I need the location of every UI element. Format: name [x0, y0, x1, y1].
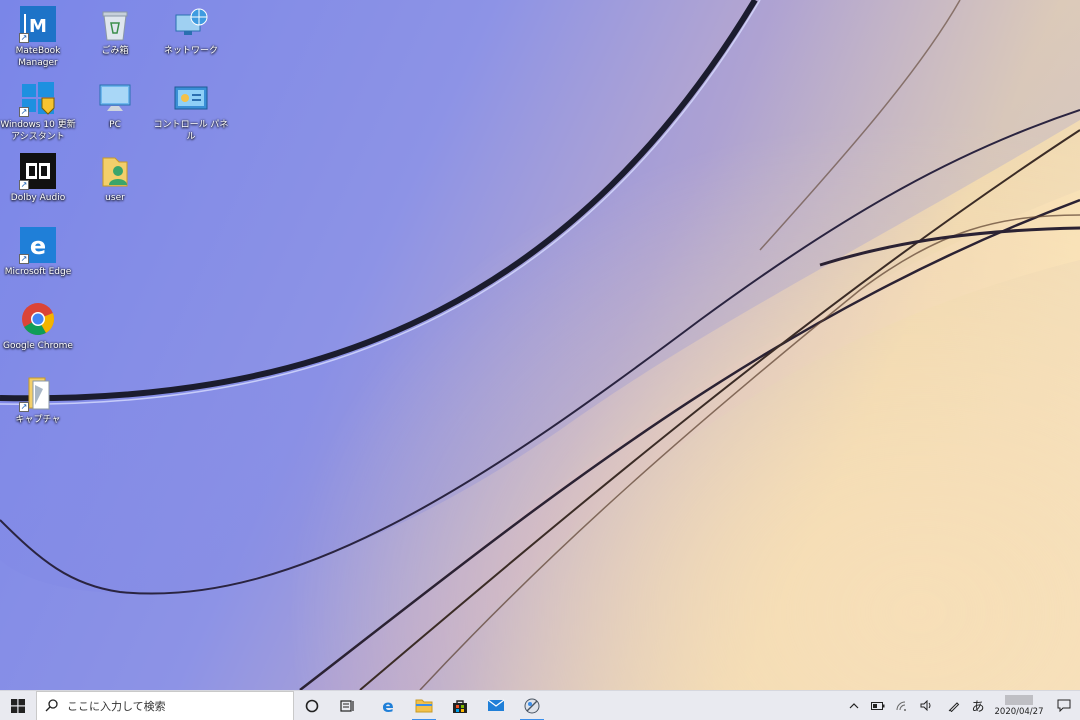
- capture-folder-icon: ↗: [19, 374, 57, 412]
- speaker-icon: [920, 700, 930, 711]
- shortcut-arrow-icon: ↗: [19, 33, 29, 43]
- svg-text:M: M: [29, 16, 47, 37]
- shortcut-arrow-icon: ↗: [19, 402, 29, 412]
- microsoft-edge-icon: e: [382, 697, 394, 715]
- shortcut-arrow-icon: ↗: [19, 107, 29, 117]
- system-tray: あ 2020/04/27: [842, 691, 1080, 720]
- user-folder-icon: [96, 152, 134, 190]
- desktop-icon-user-folder[interactable]: user: [77, 152, 153, 204]
- windows-update-assistant-icon: ↗: [19, 79, 57, 117]
- action-center-button[interactable]: [1048, 691, 1080, 720]
- control-panel-icon: [172, 79, 210, 117]
- windows-logo-icon: [11, 698, 25, 713]
- battery-icon: [871, 701, 885, 710]
- desktop-icon-label: Google Chrome: [3, 341, 73, 351]
- network-icon: [172, 5, 210, 43]
- folder-icon: [415, 699, 433, 713]
- taskbar-file-explorer-button[interactable]: [406, 691, 442, 720]
- show-hidden-icons-button[interactable]: [842, 691, 866, 720]
- taskbar-mail-button[interactable]: [478, 691, 514, 720]
- search-icon: [45, 699, 58, 712]
- matebook-manager-icon: M ↗: [19, 5, 57, 43]
- desktop-icon-label: コントロール パネル: [153, 120, 229, 142]
- pen-workspace-button[interactable]: [942, 691, 966, 720]
- desktop-icon-network[interactable]: ネットワーク: [153, 5, 229, 57]
- notification-icon: [1057, 699, 1071, 712]
- taskbar-snipping-tool-button[interactable]: [514, 691, 550, 720]
- wifi-icon: [896, 701, 906, 711]
- recycle-bin-icon: [96, 5, 134, 43]
- svg-text:e: e: [30, 232, 46, 260]
- chevron-up-icon: [849, 702, 859, 708]
- volume-button[interactable]: [914, 691, 938, 720]
- desktop-icon-dolby-audio[interactable]: ↗ Dolby Audio: [0, 152, 76, 204]
- desktop-icon-recycle-bin[interactable]: ごみ箱: [77, 5, 153, 57]
- desktop-icon-label: Microsoft Edge: [4, 267, 72, 277]
- microsoft-edge-icon: e ↗: [19, 226, 57, 264]
- cortana-button[interactable]: [294, 691, 330, 720]
- desktop-icon-label: ごみ箱: [101, 46, 129, 56]
- time-redacted: [1005, 694, 1033, 705]
- clock[interactable]: 2020/04/27: [990, 691, 1048, 720]
- dolby-audio-icon: ↗: [19, 152, 57, 190]
- task-view-button[interactable]: [330, 691, 366, 720]
- taskbar-edge-button[interactable]: e: [370, 691, 406, 720]
- shortcut-arrow-icon: ↗: [19, 254, 29, 264]
- pc-icon: [96, 79, 134, 117]
- svg-text:e: e: [382, 697, 394, 715]
- desktop-icon-pc[interactable]: PC: [77, 79, 153, 131]
- battery-button[interactable]: [866, 691, 890, 720]
- store-bag-icon: [453, 699, 467, 713]
- desktop-icon-label: Dolby Audio: [10, 193, 66, 203]
- google-chrome-icon: [19, 300, 57, 338]
- desktop-icon-label: PC: [109, 120, 121, 130]
- pen-icon: [948, 701, 960, 712]
- desktop-icon-label: Windows 10 更新 アシスタント: [0, 120, 76, 142]
- taskbar-store-button[interactable]: [442, 691, 478, 720]
- desktop-icon-microsoft-edge[interactable]: e ↗ Microsoft Edge: [0, 226, 76, 278]
- desktop-icon-label: user: [105, 193, 125, 203]
- search-placeholder: ここに入力して検索: [67, 699, 166, 713]
- task-view-icon: [340, 699, 354, 712]
- desktop-icon-label: キャプチャ: [15, 415, 61, 425]
- shortcut-arrow-icon: ↗: [19, 180, 29, 190]
- mail-icon: [487, 699, 505, 711]
- network-status-button[interactable]: [890, 691, 914, 720]
- start-button[interactable]: [0, 691, 36, 720]
- cortana-circle-icon: [305, 699, 319, 712]
- desktop-icon-label: MateBook Manager: [15, 46, 61, 68]
- clock-date: 2020/04/27: [994, 706, 1044, 717]
- desktop-icon-windows-update-assistant[interactable]: ↗ Windows 10 更新 アシスタント: [0, 79, 76, 143]
- snip-sketch-icon: [524, 698, 540, 713]
- desktop-icon-control-panel[interactable]: コントロール パネル: [153, 79, 229, 143]
- desktop-icon-label: ネットワーク: [163, 46, 218, 56]
- taskbar-search-box[interactable]: ここに入力して検索: [36, 690, 294, 720]
- desktop-icon-capture-folder[interactable]: ↗ キャプチャ: [0, 374, 76, 426]
- taskbar: ここに入力して検索 e あ 2020/04/27: [0, 690, 1080, 720]
- desktop-icon-matebook-manager[interactable]: M ↗ MateBook Manager: [0, 5, 76, 69]
- desktop-icon-google-chrome[interactable]: Google Chrome: [0, 300, 76, 352]
- ime-mode-indicator[interactable]: あ: [966, 691, 990, 720]
